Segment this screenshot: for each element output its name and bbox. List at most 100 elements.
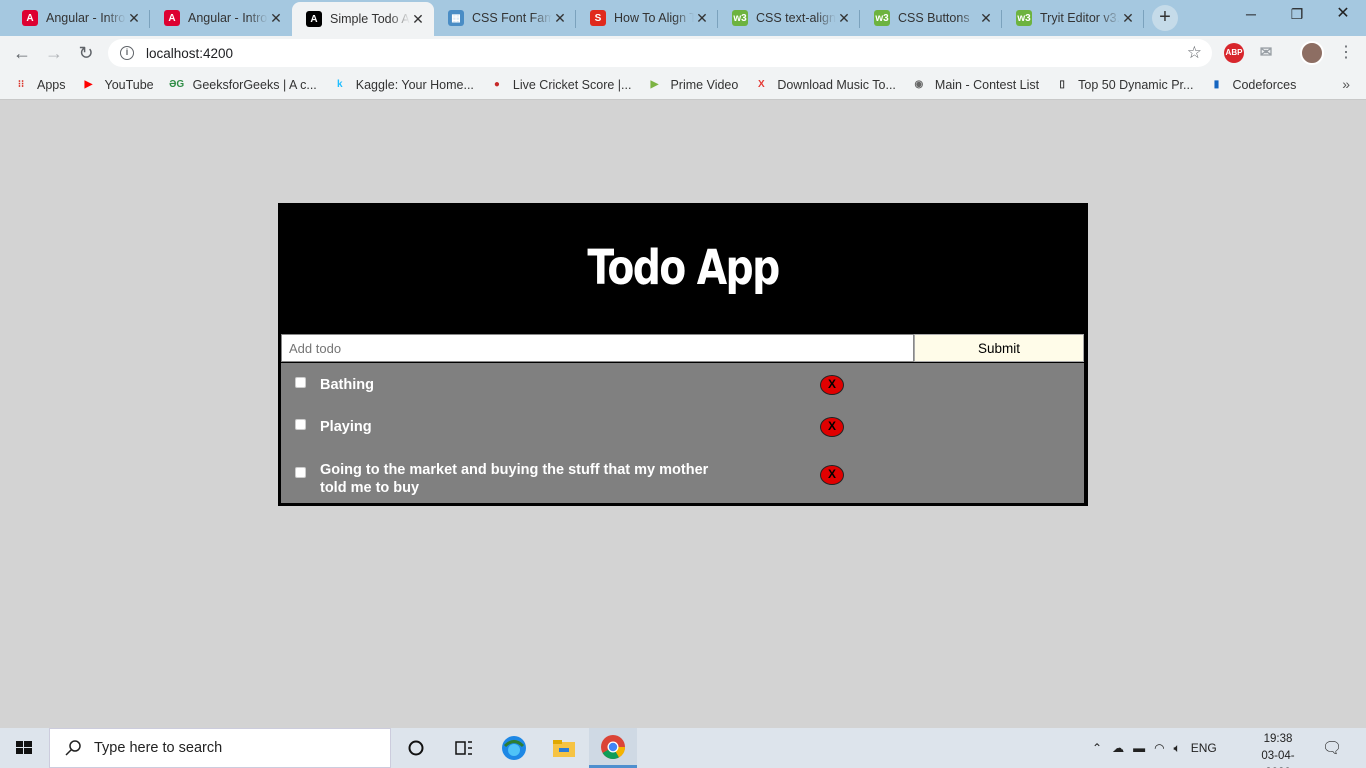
browser-tab[interactable]: w3 Tryit Editor v3.6 ✕ [1002,2,1144,34]
search-icon [65,740,81,756]
more-bookmarks-icon[interactable]: » [1342,76,1350,92]
close-tab-icon[interactable]: ✕ [268,10,284,27]
css-icon: ▦ [448,10,464,26]
search-placeholder: Type here to search [94,740,223,756]
bookmark-item[interactable]: X Download Music To... [754,78,896,92]
bookmark-item[interactable]: ▶ YouTube [82,78,154,92]
bookmark-item[interactable]: ƏG GeeksforGeeks | A c... [169,77,317,92]
browser-tab[interactable]: A Simple Todo App✕ [292,2,434,36]
close-tab-icon[interactable]: ✕ [836,10,852,27]
submit-button[interactable]: Submit [914,334,1084,362]
browser-tab[interactable]: w3 CSS Buttons ✕ [860,2,1002,34]
file-explorer-icon[interactable] [540,728,588,768]
bookmark-label: GeeksforGeeks | A c... [192,77,317,92]
browser-tab[interactable]: A Angular - Intro ✕ [8,2,150,34]
language-indicator[interactable]: ENG [1191,741,1217,755]
bookmark-item[interactable]: k Kaggle: Your Home... [333,78,474,92]
abp-icon[interactable]: ABP [1224,43,1244,63]
bookmark-item[interactable]: ▶ Prime Video [647,77,739,92]
s-icon: S [590,10,606,26]
codeforces-icon: ▮ [1213,79,1220,90]
address-bar[interactable]: i localhost:4200 ☆ [108,39,1212,67]
notification-icon[interactable]: 🗨︎ [1322,728,1342,768]
bookmark-label: Download Music To... [777,77,896,92]
page-icon: ▯ [1059,79,1065,90]
bookmark-label: YouTube [104,77,154,92]
todo-text: Going to the market and buying the stuff… [320,462,709,496]
task-view-icon[interactable] [440,728,488,768]
minimize-button[interactable]: ─ [1228,0,1274,30]
angular-icon: A [22,10,38,26]
bookmark-label: Kaggle: Your Home... [355,77,474,92]
bookmark-label: Apps [37,77,66,92]
reload-button[interactable]: ↻ [72,39,100,67]
bookmark-item[interactable]: ● Live Cricket Score |... [490,78,632,92]
cortana-icon[interactable] [392,728,440,768]
tab-title: Tryit Editor v3.6 [1040,11,1120,25]
browser-tab[interactable]: w3 CSS text-align ✕ [718,2,860,34]
tab-title: Angular - Intro [46,11,126,25]
close-tab-icon[interactable]: ✕ [410,11,426,28]
wifi-icon[interactable]: ◠ [1154,741,1164,755]
new-tab-button[interactable]: + [1152,5,1178,31]
w3-icon: w3 [1016,10,1032,26]
profile-avatar[interactable] [1300,41,1324,65]
todo-text: Bathing [320,377,374,393]
close-tab-icon[interactable]: ✕ [552,10,568,27]
bookmarks-bar: ⁝⁝ Apps ▶ YouTube ƏG GeeksforGeeks | A c... k K… [0,70,1366,100]
bookmark-label: Main - Contest List [934,77,1040,92]
todo-checkbox[interactable] [295,467,306,478]
angular-icon: A [164,10,180,26]
edge-icon[interactable] [490,728,538,768]
maximize-button[interactable]: ❐ [1274,0,1320,30]
browser-tab[interactable]: A Angular - Intro ✕ [150,2,292,34]
chrome-icon[interactable] [589,728,637,768]
bookmark-item[interactable]: ⁝⁝ Apps [14,78,66,92]
todo-checkbox[interactable] [295,377,306,388]
add-todo-input[interactable] [281,334,914,362]
bookmark-item[interactable]: ▯ Top 50 Dynamic Pr... [1055,78,1193,92]
browser-tab[interactable]: ▦ CSS Font Family✕ [434,2,576,34]
close-tab-icon[interactable]: ✕ [1120,10,1136,27]
bookmark-label: Live Cricket Score |... [512,77,632,92]
browser-tab[interactable]: S How To Align Text✕ [576,2,718,34]
taskbar-search[interactable]: Type here to search [49,728,391,768]
delete-todo-button[interactable]: X [820,417,844,437]
close-tab-icon[interactable]: ✕ [694,10,710,27]
back-button[interactable]: ← [8,39,36,67]
tab-separator [1143,10,1144,28]
bookmark-label: Prime Video [670,77,739,92]
todo-checkbox[interactable] [295,419,306,430]
close-tab-icon[interactable]: ✕ [978,10,994,27]
globe-icon: ◉ [914,79,924,90]
tab-strip: A Angular - Intro ✕ A Angular - Intro ✕ A Simpl… [0,0,1366,36]
volume-icon[interactable]: 🔈︎ [1174,741,1181,756]
delete-todo-button[interactable]: X [820,465,844,485]
tab-title: CSS text-align [756,11,836,25]
list-item: Playing X [281,405,1084,447]
battery-icon[interactable]: ▬ [1133,741,1145,755]
close-window-button[interactable]: ✕ [1320,0,1366,30]
start-button[interactable] [0,728,48,768]
tab-title: Simple Todo App [330,12,410,26]
clock-time: 19:38 [1263,733,1293,745]
windows-taskbar: Type here to search ⌃ ☁ ▬ ◠ 🔈︎ ENG 19:38… [0,728,1366,768]
cricket-icon: ● [493,79,500,90]
show-hidden-icons-icon[interactable]: ⌃ [1092,741,1102,755]
bookmark-item[interactable]: ◉ Main - Contest List [912,77,1040,92]
site-info-icon[interactable]: i [120,46,134,60]
close-tab-icon[interactable]: ✕ [126,10,142,27]
clock[interactable]: 19:38 03-04-2020 [1250,731,1306,768]
list-item: Going to the market and buying the stuff… [281,447,1084,503]
prime-video-icon: ▶ [650,79,659,90]
bookmark-item[interactable]: ▮ Codeforces [1209,77,1297,92]
onedrive-icon[interactable]: ☁ [1112,741,1124,755]
bookmark-label: Codeforces [1232,77,1297,92]
mail-icon[interactable]: ✉ [1256,43,1276,63]
delete-todo-button[interactable]: X [820,375,844,395]
menu-icon[interactable]: ⋮ [1332,39,1360,67]
forward-button[interactable]: → [40,39,68,67]
tab-title: CSS Font Family [472,11,552,25]
tab-title: Angular - Intro [188,11,268,25]
bookmark-star-icon[interactable]: ☆ [1187,43,1202,63]
